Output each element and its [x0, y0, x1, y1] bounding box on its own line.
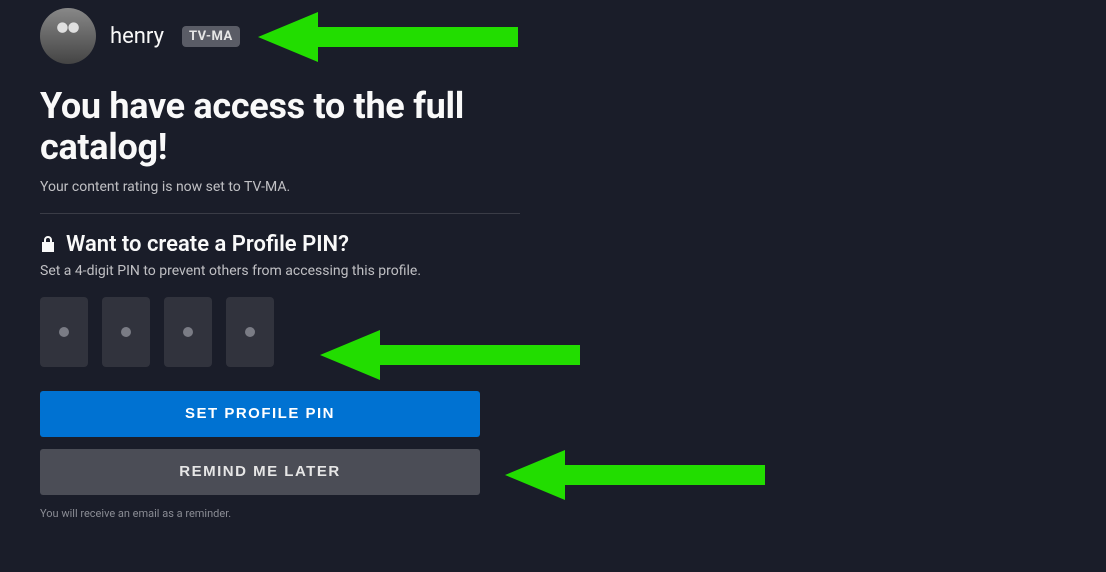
- pin-digit-3[interactable]: [164, 297, 212, 367]
- pin-description: Set a 4-digit PIN to prevent others from…: [40, 263, 520, 279]
- profile-header: henry TV-MA: [40, 8, 520, 64]
- pin-digit-1[interactable]: [40, 297, 88, 367]
- pin-input-group: [40, 297, 520, 367]
- rating-badge: TV-MA: [182, 26, 240, 47]
- pin-digit-4[interactable]: [226, 297, 274, 367]
- pin-digit-2[interactable]: [102, 297, 150, 367]
- pin-dot-icon: [245, 327, 255, 337]
- avatar: [40, 8, 96, 64]
- page-subtext: Your content rating is now set to TV-MA.: [40, 179, 520, 195]
- divider: [40, 213, 520, 214]
- pin-heading: Want to create a Profile PIN?: [66, 232, 349, 257]
- footer-note: You will receive an email as a reminder.: [40, 507, 520, 520]
- lock-icon: [40, 235, 56, 253]
- page-headline: You have access to the full catalog!: [40, 86, 520, 169]
- pin-dot-icon: [59, 327, 69, 337]
- profile-name: henry: [110, 24, 164, 49]
- remind-me-later-button[interactable]: REMIND ME LATER: [40, 449, 480, 495]
- set-profile-pin-button[interactable]: SET PROFILE PIN: [40, 391, 480, 437]
- pin-dot-icon: [121, 327, 131, 337]
- pin-dot-icon: [183, 327, 193, 337]
